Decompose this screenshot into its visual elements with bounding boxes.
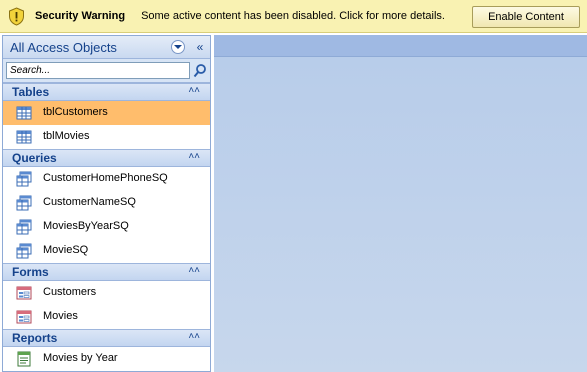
document-tab-strip [214, 35, 587, 57]
search-icon[interactable] [193, 63, 207, 79]
nav-item-label: tblCustomers [43, 106, 108, 118]
chevron-down-icon[interactable] [171, 40, 185, 54]
group-header-label: Reports [12, 331, 58, 345]
shield-warning-icon [9, 6, 24, 26]
nav-pane-header[interactable]: All Access Objects « [3, 36, 210, 59]
collapse-group-icon[interactable]: ˄˄ [188, 265, 200, 276]
nav-item-label: MoviesByYearSQ [43, 220, 129, 232]
group-header-label: Queries [12, 151, 57, 165]
security-warning-title: Security Warning [35, 10, 126, 22]
nav-item-tblmovies[interactable]: tblMovies [3, 125, 210, 149]
group-header-reports[interactable]: Reports ˄˄ [3, 329, 210, 347]
group-header-label: Tables [12, 85, 50, 99]
group-header-label: Forms [12, 265, 49, 279]
nav-item-label: CustomerHomePhoneSQ [43, 172, 168, 184]
nav-item-movies-by-year[interactable]: Movies by Year [3, 347, 210, 371]
collapse-group-icon[interactable]: ˄˄ [188, 85, 200, 96]
nav-item-tblcustomers[interactable]: tblCustomers [3, 101, 210, 125]
query-icon [16, 195, 32, 211]
nav-item-label: MovieSQ [43, 244, 89, 256]
nav-item-label: CustomerNameSQ [43, 196, 136, 208]
group-header-queries[interactable]: Queries ˄˄ [3, 149, 210, 167]
query-icon [16, 243, 32, 259]
nav-item-customernamesq[interactable]: CustomerNameSQ [3, 191, 210, 215]
nav-item-movies[interactable]: Movies [3, 305, 210, 329]
nav-item-label: Movies [43, 310, 78, 322]
report-icon [16, 351, 32, 367]
nav-item-label: Customers [43, 286, 97, 298]
enable-content-button[interactable]: Enable Content [472, 6, 580, 28]
nav-item-moviesbyyearsq[interactable]: MoviesByYearSQ [3, 215, 210, 239]
search-bar [3, 59, 210, 83]
nav-item-customers[interactable]: Customers [3, 281, 210, 305]
form-icon [16, 285, 32, 301]
form-icon [16, 309, 32, 325]
nav-pane-title: All Access Objects [10, 39, 117, 55]
nav-item-moviesq[interactable]: MovieSQ [3, 239, 210, 263]
security-warning-bar: Security Warning Some active content has… [0, 0, 587, 33]
group-header-tables[interactable]: Tables ˄˄ [3, 83, 210, 101]
collapse-pane-icon[interactable]: « [193, 38, 207, 56]
navigation-pane: All Access Objects « Tables ˄˄ tblCustomer… [2, 35, 211, 372]
security-warning-message[interactable]: Some active content has been disabled. C… [141, 10, 445, 22]
collapse-group-icon[interactable]: ˄˄ [188, 151, 200, 162]
query-icon [16, 171, 32, 187]
table-icon [16, 105, 32, 121]
nav-item-customerhomephonesq[interactable]: CustomerHomePhoneSQ [3, 167, 210, 191]
table-icon [16, 129, 32, 145]
nav-groups: Tables ˄˄ tblCustomers tblMovies Queries ˄˄ Cu… [3, 83, 210, 371]
query-icon [16, 219, 32, 235]
group-header-forms[interactable]: Forms ˄˄ [3, 263, 210, 281]
collapse-group-icon[interactable]: ˄˄ [188, 331, 200, 342]
nav-item-label: Movies by Year [43, 352, 118, 364]
nav-item-label: tblMovies [43, 130, 90, 142]
search-input[interactable] [6, 62, 190, 79]
workspace-area [214, 35, 587, 372]
